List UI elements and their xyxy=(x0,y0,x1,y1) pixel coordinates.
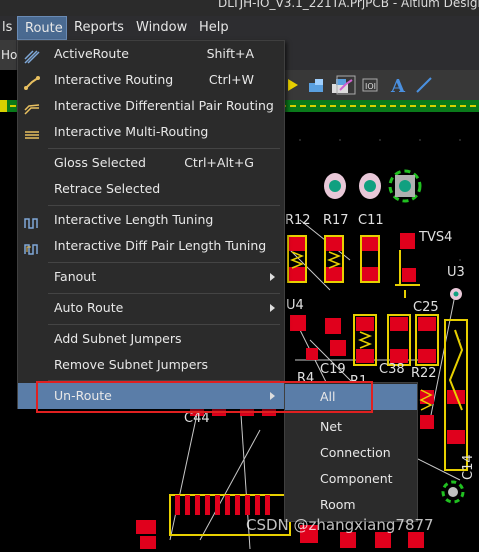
label-c14: C14 xyxy=(461,454,476,480)
label-u3: U3 xyxy=(447,265,465,280)
multi-routing-icon xyxy=(24,125,40,139)
label-c38: C38 xyxy=(379,362,405,377)
menu-reports[interactable]: Reports xyxy=(74,16,124,40)
label-tvs4: TVS4 xyxy=(418,230,452,245)
place-string-icon[interactable]: A xyxy=(388,75,408,97)
menu-window[interactable]: Window xyxy=(136,16,187,40)
interactive-routing-icon xyxy=(24,73,40,90)
label-c11: C11 xyxy=(358,213,384,228)
menu-help[interactable]: Help xyxy=(199,16,229,40)
menu-item-diff-pair-routing[interactable]: Interactive Differential Pair Routing xyxy=(18,93,284,119)
select-icon[interactable] xyxy=(284,75,304,95)
menu-item-interactive-routing[interactable]: Interactive Routing Ctrl+W xyxy=(18,67,284,93)
menu-item-length-tuning[interactable]: Interactive Length Tuning xyxy=(18,207,284,233)
label-c25: C25 xyxy=(413,300,439,315)
label-r17: R17 xyxy=(323,213,349,228)
home-tab-partial[interactable]: Ho xyxy=(1,48,17,62)
pcb-toolbar: IOI A xyxy=(284,70,479,100)
diff-pair-routing-icon xyxy=(24,99,40,115)
place-line-icon[interactable] xyxy=(414,75,434,95)
active-route-icon xyxy=(24,47,40,64)
label-c19: C19 xyxy=(320,362,346,377)
submenu-item-room[interactable]: Room xyxy=(285,492,417,518)
submenu-arrow-icon xyxy=(270,304,275,312)
submenu-item-connection[interactable]: Connection xyxy=(285,440,417,466)
menu-item-add-subnet-jumpers[interactable]: Add Subnet Jumpers xyxy=(18,326,284,352)
length-tuning-icon xyxy=(24,213,40,229)
route-menu: ActiveRoute Shift+A Interactive Routing … xyxy=(17,40,285,409)
menu-separator xyxy=(48,148,280,149)
window-title-bar: DLTJH-IO_V3.1_221TA.PrjPCB - Altium Desi… xyxy=(0,0,479,16)
menu-separator xyxy=(48,205,280,206)
submenu-item-net[interactable]: Net xyxy=(285,414,417,440)
route-tool-icon[interactable] xyxy=(336,75,356,95)
menu-tools-partial[interactable]: ls xyxy=(2,16,12,40)
svg-text:IOI: IOI xyxy=(365,82,376,91)
menu-route[interactable]: Route xyxy=(17,16,67,40)
label-u4: U4 xyxy=(286,298,304,313)
annotation-highlight-box xyxy=(36,381,373,413)
label-r22: R22 xyxy=(411,366,437,381)
menu-item-remove-subnet-jumpers[interactable]: Remove Subnet Jumpers xyxy=(18,352,284,378)
diff-pair-length-tuning-icon xyxy=(24,239,40,255)
label-r12: R12 xyxy=(285,213,311,228)
menu-item-gloss-selected[interactable]: Gloss Selected Ctrl+Alt+G xyxy=(18,150,284,176)
place-component-icon[interactable]: IOI xyxy=(360,75,380,95)
submenu-item-component[interactable]: Component xyxy=(285,466,417,492)
menu-item-diff-pair-length-tuning[interactable]: Interactive Diff Pair Length Tuning xyxy=(18,233,284,259)
menu-bar: ls Route Reports Window Help xyxy=(0,16,479,40)
menu-separator xyxy=(48,293,280,294)
menu-item-retrace-selected[interactable]: Retrace Selected xyxy=(18,176,284,202)
menu-item-activeroute[interactable]: ActiveRoute Shift+A xyxy=(18,41,284,67)
submenu-arrow-icon xyxy=(270,273,275,281)
svg-text:A: A xyxy=(390,76,406,95)
menu-item-fanout[interactable]: Fanout xyxy=(18,264,284,290)
label-c44: C44 xyxy=(184,411,210,426)
window-title: DLTJH-IO_V3.1_221TA.PrjPCB - Altium Desi… xyxy=(218,0,479,10)
menu-separator xyxy=(48,324,280,325)
menu-item-multi-routing[interactable]: Interactive Multi-Routing xyxy=(18,119,284,145)
place-fill-icon[interactable] xyxy=(306,75,326,95)
watermark: CSDN @zhangxiang7877 xyxy=(246,516,434,534)
menu-item-auto-route[interactable]: Auto Route xyxy=(18,295,284,321)
menu-separator xyxy=(48,262,280,263)
